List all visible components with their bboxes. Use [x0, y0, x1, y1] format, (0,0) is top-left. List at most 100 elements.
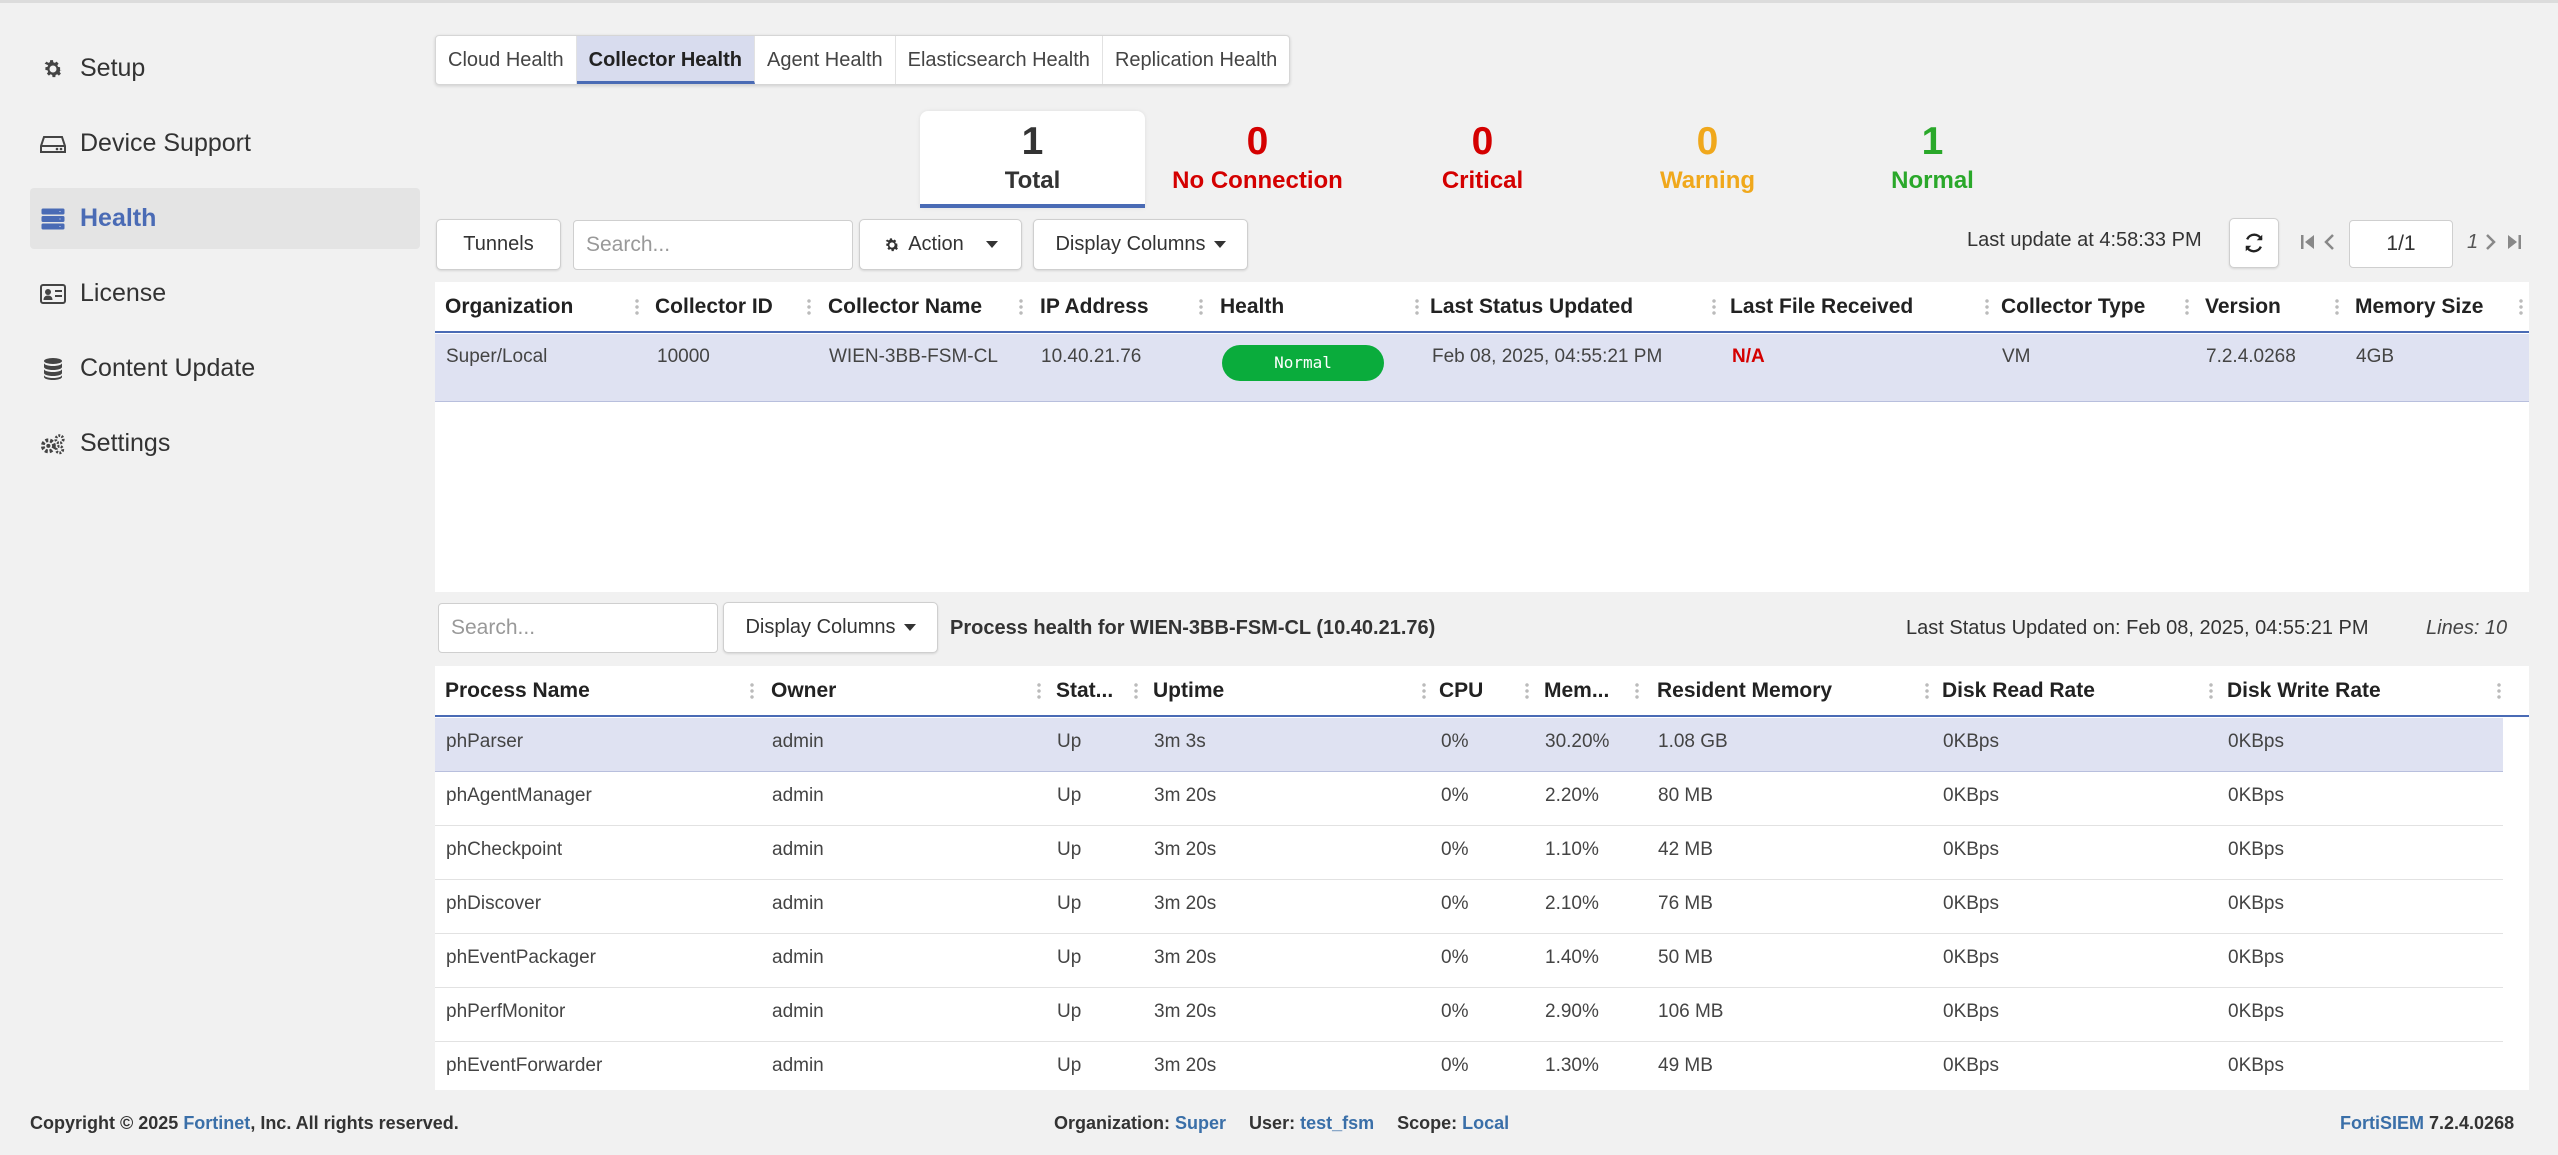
column-resize-handle[interactable] — [2185, 298, 2189, 316]
column-resize-handle[interactable] — [1985, 298, 1989, 316]
previous-page-icon[interactable] — [2323, 233, 2335, 256]
table-row[interactable]: phParser admin Up 3m 3s 0% 30.20% 1.08 GB 0KBps… — [435, 718, 2503, 772]
column-header[interactable]: Last File Received — [1730, 282, 1913, 331]
footer-copyright: Copyright © 2025 Fortinet, Inc. All righ… — [30, 1113, 459, 1134]
fortinet-link[interactable]: Fortinet — [183, 1113, 250, 1133]
tab-cloud-health[interactable]: Cloud Health — [436, 36, 577, 84]
sidebar-item-setup[interactable]: Setup — [30, 38, 420, 99]
table-row[interactable]: phEventForwarder admin Up 3m 20s 0% 1.30% 49 M… — [435, 1042, 2503, 1090]
cell-memory-percent: 1.40% — [1545, 947, 1599, 968]
sidebar-item-label: Setup — [80, 54, 146, 82]
refresh-icon — [2243, 232, 2265, 254]
column-resize-handle[interactable] — [750, 682, 754, 700]
process-search-input[interactable] — [438, 603, 718, 653]
collector-search-input[interactable] — [573, 220, 853, 270]
column-resize-handle[interactable] — [1712, 298, 1716, 316]
table-row[interactable]: phAgentManager admin Up 3m 20s 0% 2.20% 80 MB 0… — [435, 772, 2503, 826]
user-value[interactable]: test_fsm — [1300, 1113, 1374, 1133]
column-resize-handle[interactable] — [635, 298, 639, 316]
display-columns-dropdown[interactable]: Display Columns — [1033, 219, 1248, 270]
cell-process-name: phPerfMonitor — [446, 1001, 566, 1022]
cell-owner: admin — [772, 785, 824, 806]
sidebar-item-device-support[interactable]: Device Support — [30, 113, 420, 174]
column-resize-handle[interactable] — [2519, 298, 2523, 316]
table-row[interactable]: phDiscover admin Up 3m 20s 0% 2.10% 76 MB 0KBps… — [435, 880, 2503, 934]
cell-memory-percent: 2.10% — [1545, 893, 1599, 914]
page-total: 1 — [2467, 231, 2479, 253]
hard-drive-icon — [40, 131, 66, 157]
first-page-icon[interactable] — [2300, 233, 2316, 256]
action-dropdown[interactable]: Action — [859, 219, 1022, 270]
summary-normal[interactable]: 1 Normal — [1820, 111, 2045, 208]
tab-agent-health[interactable]: Agent Health — [755, 36, 896, 84]
column-header[interactable]: Disk Read Rate — [1942, 666, 2095, 715]
column-header[interactable]: Collector Type — [2001, 282, 2145, 331]
cell-owner: admin — [772, 839, 824, 860]
summary-total[interactable]: 1 Total — [920, 111, 1145, 208]
cell-disk-write-rate: 0KBps — [2228, 1001, 2284, 1022]
column-header[interactable]: Owner — [771, 666, 836, 715]
cell-status: Up — [1057, 731, 1082, 752]
column-header[interactable]: Mem... — [1544, 666, 1624, 715]
tunnels-button[interactable]: Tunnels — [436, 219, 561, 270]
summary-critical[interactable]: 0 Critical — [1370, 111, 1595, 208]
column-header[interactable]: IP Address — [1040, 282, 1149, 331]
sidebar-item-license[interactable]: License — [30, 263, 420, 324]
cell-cpu: 0% — [1441, 893, 1469, 914]
column-resize-handle[interactable] — [1925, 682, 1929, 700]
process-display-columns-dropdown[interactable]: Display Columns — [723, 602, 938, 653]
column-resize-handle[interactable] — [1019, 298, 1023, 316]
column-resize-handle[interactable] — [1525, 682, 1529, 700]
column-header[interactable]: Collector Name — [828, 282, 982, 331]
sidebar-item-settings[interactable]: Settings — [30, 413, 420, 474]
column-header[interactable]: Uptime — [1153, 666, 1224, 715]
column-header[interactable]: Organization — [445, 282, 573, 331]
next-page-icon[interactable] — [2485, 233, 2497, 256]
column-resize-handle[interactable] — [807, 298, 811, 316]
column-header[interactable]: Resident Memory — [1657, 666, 1832, 715]
sidebar-item-content-update[interactable]: Content Update — [30, 338, 420, 399]
column-resize-handle[interactable] — [1037, 682, 1041, 700]
organization-value[interactable]: Super — [1175, 1113, 1226, 1133]
column-header[interactable]: Memory Size — [2355, 282, 2483, 331]
user-label: User: — [1249, 1113, 1296, 1133]
column-header[interactable]: Version — [2205, 282, 2281, 331]
last-page-icon[interactable] — [2506, 233, 2522, 256]
column-header[interactable]: CPU — [1439, 666, 1483, 715]
tab-replication-health[interactable]: Replication Health — [1103, 36, 1289, 84]
cell-uptime: 3m 20s — [1154, 893, 1217, 914]
column-resize-handle[interactable] — [1134, 682, 1138, 700]
refresh-button[interactable] — [2229, 218, 2279, 268]
column-resize-handle[interactable] — [1422, 682, 1426, 700]
column-resize-handle[interactable] — [1635, 682, 1639, 700]
column-header[interactable]: Disk Write Rate — [2227, 666, 2381, 715]
cell-last-status-updated: Feb 08, 2025, 04:55:21 PM — [1432, 346, 1663, 367]
column-resize-handle[interactable] — [2335, 298, 2339, 316]
table-row[interactable]: Super/Local 10000 WIEN-3BB-FSM-CL 10.40.… — [435, 334, 2529, 402]
summary-no-connection[interactable]: 0 No Connection — [1145, 111, 1370, 208]
cell-organization: Super/Local — [446, 346, 548, 367]
column-header[interactable]: Process Name — [445, 666, 590, 715]
id-card-icon — [40, 281, 66, 307]
sidebar-item-health[interactable]: Health — [30, 188, 420, 249]
table-row[interactable]: phPerfMonitor admin Up 3m 20s 0% 2.90% 106 MB 0… — [435, 988, 2503, 1042]
product-name[interactable]: FortiSIEM — [2340, 1113, 2424, 1133]
table-row[interactable]: phEventPackager admin Up 3m 20s 0% 1.40% 50 MB… — [435, 934, 2503, 988]
tab-collector-health[interactable]: Collector Health — [576, 36, 755, 84]
column-resize-handle[interactable] — [2209, 682, 2213, 700]
page-input[interactable] — [2349, 220, 2453, 268]
column-resize-handle[interactable] — [1415, 298, 1419, 316]
column-header[interactable]: Collector ID — [655, 282, 773, 331]
table-row[interactable]: phCheckpoint admin Up 3m 20s 0% 1.10% 42 MB 0KB… — [435, 826, 2503, 880]
cell-cpu: 0% — [1441, 839, 1469, 860]
column-header[interactable]: Health — [1220, 282, 1284, 331]
column-resize-handle[interactable] — [1199, 298, 1203, 316]
tab-elasticsearch-health[interactable]: Elasticsearch Health — [896, 36, 1103, 84]
column-header[interactable]: Stat... — [1056, 666, 1126, 715]
scope-value[interactable]: Local — [1462, 1113, 1509, 1133]
column-resize-handle[interactable] — [2497, 682, 2501, 700]
summary-warning[interactable]: 0 Warning — [1595, 111, 1820, 208]
cell-uptime: 3m 3s — [1154, 731, 1206, 752]
column-header[interactable]: Last Status Updated — [1430, 282, 1633, 331]
cell-resident-memory: 80 MB — [1658, 785, 1713, 806]
